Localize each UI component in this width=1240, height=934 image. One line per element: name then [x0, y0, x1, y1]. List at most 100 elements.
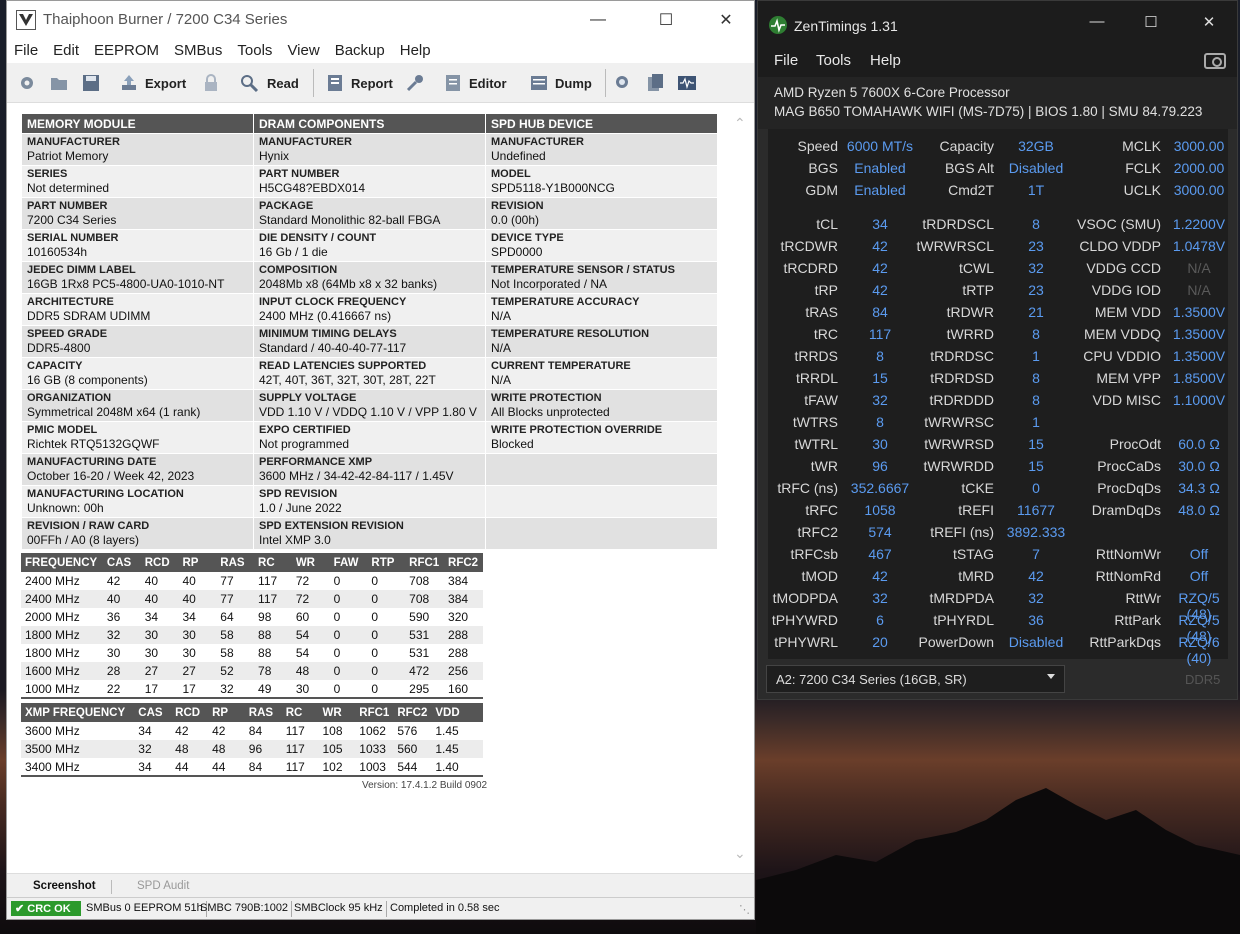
completion-status: Completed in 0.58 sec: [390, 902, 500, 914]
report-label: Report: [351, 75, 393, 91]
close-button[interactable]: ✕: [703, 1, 749, 39]
title-bar[interactable]: Thaiphoon Burner / 7200 C34 Series — ☐ ✕: [7, 1, 754, 39]
spd-field-value: Patriot Memory: [27, 149, 109, 163]
resize-grip-icon[interactable]: ⋱: [739, 903, 750, 916]
menu-edit[interactable]: Edit: [46, 39, 87, 63]
column-header: RFC1: [405, 553, 445, 572]
table-cell: 1.45: [431, 740, 483, 758]
lock-button[interactable]: [201, 71, 221, 95]
table-cell: 44: [171, 758, 209, 777]
settings-button[interactable]: [17, 71, 37, 95]
menu-eeprom[interactable]: EEPROM: [87, 39, 167, 63]
menu-view[interactable]: View: [280, 39, 327, 63]
status-bar: ✔ CRC OK SMBus 0 EEPROM 51h SMBC 790B:10…: [7, 897, 754, 919]
table-cell: 0: [367, 572, 406, 590]
timing-value: 32: [1028, 590, 1044, 606]
column-header: RFC1: [355, 703, 394, 722]
spd-cell: WRITE PROTECTION All Blocks unprotected: [485, 389, 718, 422]
table-cell: 295: [405, 680, 445, 699]
menu-help[interactable]: Help: [393, 39, 439, 63]
menu-file[interactable]: File: [774, 52, 798, 69]
timing-value: 84: [872, 304, 888, 320]
table-cell: 40: [178, 572, 217, 590]
table-cell: 0: [367, 626, 406, 644]
compare-button[interactable]: [613, 71, 633, 95]
save-button[interactable]: [81, 71, 101, 95]
menu-tools[interactable]: Tools: [816, 52, 851, 69]
spd-field-label: MANUFACTURER: [259, 136, 352, 148]
zentimings-window: ZenTimings 1.31 — ☐ ✕ File Tools Help AM…: [757, 0, 1238, 700]
table-cell: 0: [367, 590, 406, 608]
scroll-down-arrow-icon[interactable]: ⌄: [734, 845, 746, 862]
module-select[interactable]: A2: 7200 C34 Series (16GB, SR): [766, 665, 1065, 693]
copy-icon: [645, 73, 665, 93]
table-cell: 0: [329, 572, 368, 590]
spd-field-label: REVISION / RAW CARD: [27, 520, 150, 532]
table-cell: 384: [444, 572, 483, 590]
chevron-down-icon[interactable]: [1047, 674, 1055, 679]
spd-field-value: Symmetrical 2048M x64 (1 rank): [27, 405, 201, 419]
spd-cell: EXPO CERTIFIED Not programmed: [253, 421, 486, 454]
dump-button[interactable]: Dump: [529, 71, 592, 95]
menu-bar: File Edit EEPROM SMBus Tools View Backup…: [7, 39, 754, 63]
column-header: RCD: [171, 703, 209, 722]
spd-field-value: 1.0 / June 2022: [259, 501, 342, 515]
read-button[interactable]: Read: [239, 71, 299, 95]
table-cell: 58: [216, 644, 255, 662]
spd-field-value: N/A: [491, 373, 512, 387]
table-cell: 84: [244, 722, 282, 740]
close-button[interactable]: ✕: [1186, 13, 1232, 35]
spd-row: PMIC MODEL Richtek RTQ5132GQWF EXPO CERTIF…: [21, 421, 718, 454]
maximize-button[interactable]: ☐: [643, 1, 689, 39]
menu-file[interactable]: File: [7, 39, 46, 63]
table-cell: 0: [329, 644, 368, 662]
table-row: 2400 MHz 40 40 40 77 117 72 0 0 708 384: [21, 590, 483, 608]
timing-label: FCLK: [1125, 160, 1161, 176]
monitor-button[interactable]: [677, 71, 697, 95]
menu-help[interactable]: Help: [870, 52, 901, 69]
timing-value: 1.3500V: [1172, 326, 1226, 342]
report-button[interactable]: Report: [325, 71, 393, 95]
spd-field-label: SUPPLY VOLTAGE: [259, 392, 357, 404]
minimize-icon: —: [590, 11, 606, 28]
folder-icon: [49, 73, 69, 93]
camera-icon[interactable]: [1204, 53, 1226, 69]
scroll-up-arrow-icon[interactable]: ⌃: [734, 115, 746, 132]
spd-field-label: DIE DENSITY / COUNT: [259, 232, 377, 244]
timing-label: tRTP: [962, 282, 994, 298]
menu-bar: File Tools Help: [758, 45, 1237, 77]
spd-cell: SPD REVISION 1.0 / June 2022: [253, 485, 486, 518]
minimize-button[interactable]: —: [1074, 13, 1120, 35]
table-cell: 288: [444, 626, 483, 644]
spd-report-area[interactable]: ⌃ ⌄ MEMORY MODULE DRAM COMPONENTS SPD HU…: [7, 103, 754, 873]
tools-button[interactable]: [405, 71, 425, 95]
open-button[interactable]: [49, 71, 69, 95]
header-spd-hub-device: SPD HUB DEVICE: [485, 113, 718, 134]
spd-field-label: SPD EXTENSION REVISION: [259, 520, 404, 532]
spd-cell: SERIES Not determined: [21, 165, 254, 198]
table-row: 1600 MHz 28 27 27 52 78 48 0 0 472 256: [21, 662, 483, 680]
tab-spd-audit[interactable]: SPD Audit: [137, 880, 189, 892]
menu-backup[interactable]: Backup: [328, 39, 393, 63]
title-bar[interactable]: ZenTimings 1.31 — ☐ ✕: [758, 1, 1237, 45]
toolbar: Export Read Report Editor Dump: [7, 63, 754, 103]
minimize-button[interactable]: —: [575, 1, 621, 39]
spd-cell: MANUFACTURER Undefined: [485, 133, 718, 166]
column-header: RFC2: [444, 553, 483, 572]
spd-cell: WRITE PROTECTION OVERRIDE Blocked: [485, 421, 718, 454]
export-button[interactable]: Export: [119, 71, 186, 95]
timing-value: 32: [872, 590, 888, 606]
copy-button[interactable]: [645, 71, 665, 95]
table-row: 2000 MHz 36 34 34 64 98 60 0 0 590 320: [21, 608, 483, 626]
table-cell: 108: [318, 722, 356, 740]
spd-cell: PMIC MODEL Richtek RTQ5132GQWF: [21, 421, 254, 454]
timing-label: Speed: [797, 138, 838, 154]
menu-tools[interactable]: Tools: [230, 39, 280, 63]
tab-screenshot[interactable]: Screenshot: [33, 880, 96, 892]
table-cell: 32: [134, 740, 172, 758]
gear-icon: [17, 73, 37, 93]
menu-smbus[interactable]: SMBus: [167, 39, 230, 63]
editor-button[interactable]: Editor: [443, 71, 507, 95]
maximize-button[interactable]: ☐: [1128, 13, 1174, 35]
timing-label: tWRRD: [946, 326, 994, 342]
